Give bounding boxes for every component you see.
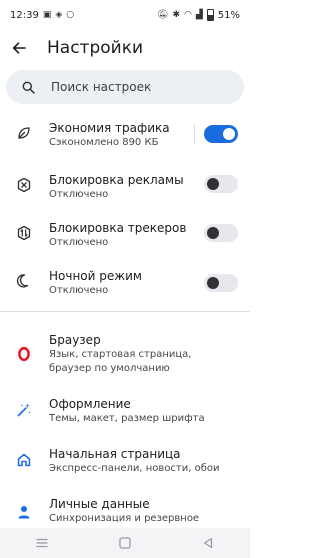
row-title: Ночной режим (49, 269, 142, 283)
status-time: 12:39 (10, 9, 39, 21)
app-notification-icon: ◈ (55, 9, 63, 20)
settings-row-traffic-saver[interactable]: Экономия трафика Сэкономлено 890 КБ (0, 120, 250, 160)
system-back-button[interactable] (188, 528, 228, 558)
signal-icon: ▟ (195, 9, 203, 20)
row-subtitle: Темы, макет, размер шрифта (49, 413, 205, 424)
row-text: Оформление Темы, макет, размер шрифта (49, 396, 236, 426)
ad-block-toggle[interactable] (204, 175, 238, 193)
wifi-icon: ◠ (183, 9, 192, 20)
triangle-back-icon (204, 537, 213, 549)
settings-row-night-mode[interactable]: Ночной режим Отключено (0, 268, 250, 308)
row-text: Браузер Язык, стартовая страница, браузе… (49, 332, 236, 376)
row-title: Браузер (49, 333, 101, 347)
tracker-block-toggle[interactable] (204, 224, 238, 242)
toggle-knob (207, 178, 219, 190)
toggle-knob (223, 128, 235, 140)
toggle-knob (207, 227, 219, 239)
battery-level: 51% (217, 9, 240, 21)
ad-block-icon (14, 175, 34, 195)
row-subtitle: Отключено (49, 189, 109, 200)
row-text: Блокировка рекламы Отключено (49, 172, 204, 202)
back-arrow-icon (12, 42, 26, 54)
search-input[interactable]: Поиск настроек (6, 70, 244, 104)
opera-notification-icon: ○ (66, 9, 75, 20)
row-subtitle: Отключено (49, 285, 109, 296)
row-subtitle: Экспресс-панели, новости, обои (49, 463, 220, 474)
opera-icon (14, 344, 34, 364)
row-subtitle: Сэкономлено 890 КБ (49, 137, 159, 148)
row-text: Блокировка трекеров Отключено (49, 220, 204, 250)
battery-icon (206, 9, 214, 21)
section-divider (0, 311, 250, 312)
status-left: 12:39 ▣ ◈ ○ (10, 10, 74, 21)
row-title: Блокировка рекламы (49, 173, 184, 187)
settings-row-tracker-block[interactable]: Блокировка трекеров Отключено (0, 220, 250, 260)
recent-apps-button[interactable] (22, 528, 62, 558)
status-right: 🔕︎ ✱ ◠ ▟ 51% (157, 9, 240, 21)
row-title: Оформление (49, 397, 131, 411)
system-nav-bar (0, 528, 250, 558)
settings-row-browser[interactable]: Браузер Язык, стартовая страница, браузе… (0, 332, 250, 380)
toggle-knob (207, 277, 219, 289)
page-title: Настройки (47, 38, 144, 58)
app-header: Настройки (0, 30, 250, 66)
magic-wand-icon (14, 400, 34, 420)
bluetooth-icon: ✱ (172, 9, 180, 20)
mute-icon: 🔕︎ (157, 9, 169, 20)
menu-lines-icon (36, 538, 48, 548)
row-title: Блокировка трекеров (49, 221, 187, 235)
settings-row-personal-data[interactable]: Личные данные Синхронизация и резервное (0, 496, 250, 528)
back-button[interactable] (2, 30, 36, 66)
moon-icon (14, 271, 34, 291)
square-icon (119, 537, 131, 549)
row-subtitle: Язык, стартовая страница, браузер по умо… (49, 349, 192, 374)
home-button[interactable] (105, 528, 145, 558)
row-title: Экономия трафика (49, 121, 170, 135)
row-subtitle: Синхронизация и резервное (49, 513, 200, 524)
settings-row-ad-block[interactable]: Блокировка рекламы Отключено (0, 172, 250, 212)
row-separator (194, 124, 195, 144)
search-placeholder: Поиск настроек (51, 80, 152, 94)
search-icon (22, 81, 35, 94)
search-icon-wrap (10, 81, 46, 94)
traffic-saver-toggle[interactable] (204, 125, 238, 143)
row-text: Личные данные Синхронизация и резервное (49, 496, 236, 526)
night-mode-toggle[interactable] (204, 274, 238, 292)
home-icon (14, 450, 34, 470)
row-text: Экономия трафика Сэкономлено 890 КБ (49, 120, 204, 150)
row-text: Начальная страница Экспресс-панели, ново… (49, 446, 236, 476)
status-bar: 12:39 ▣ ◈ ○ 🔕︎ ✱ ◠ ▟ 51% (0, 0, 250, 30)
row-title: Начальная страница (49, 447, 181, 461)
row-title: Личные данные (49, 497, 150, 511)
row-text: Ночной режим Отключено (49, 268, 204, 298)
row-subtitle: Отключено (49, 237, 109, 248)
notification-icon: ▣ (42, 9, 52, 20)
settings-row-start-page[interactable]: Начальная страница Экспресс-панели, ново… (0, 446, 250, 486)
settings-row-appearance[interactable]: Оформление Темы, макет, размер шрифта (0, 396, 250, 436)
leaf-icon (14, 123, 34, 143)
tracker-block-icon (14, 223, 34, 243)
person-icon (14, 502, 34, 522)
